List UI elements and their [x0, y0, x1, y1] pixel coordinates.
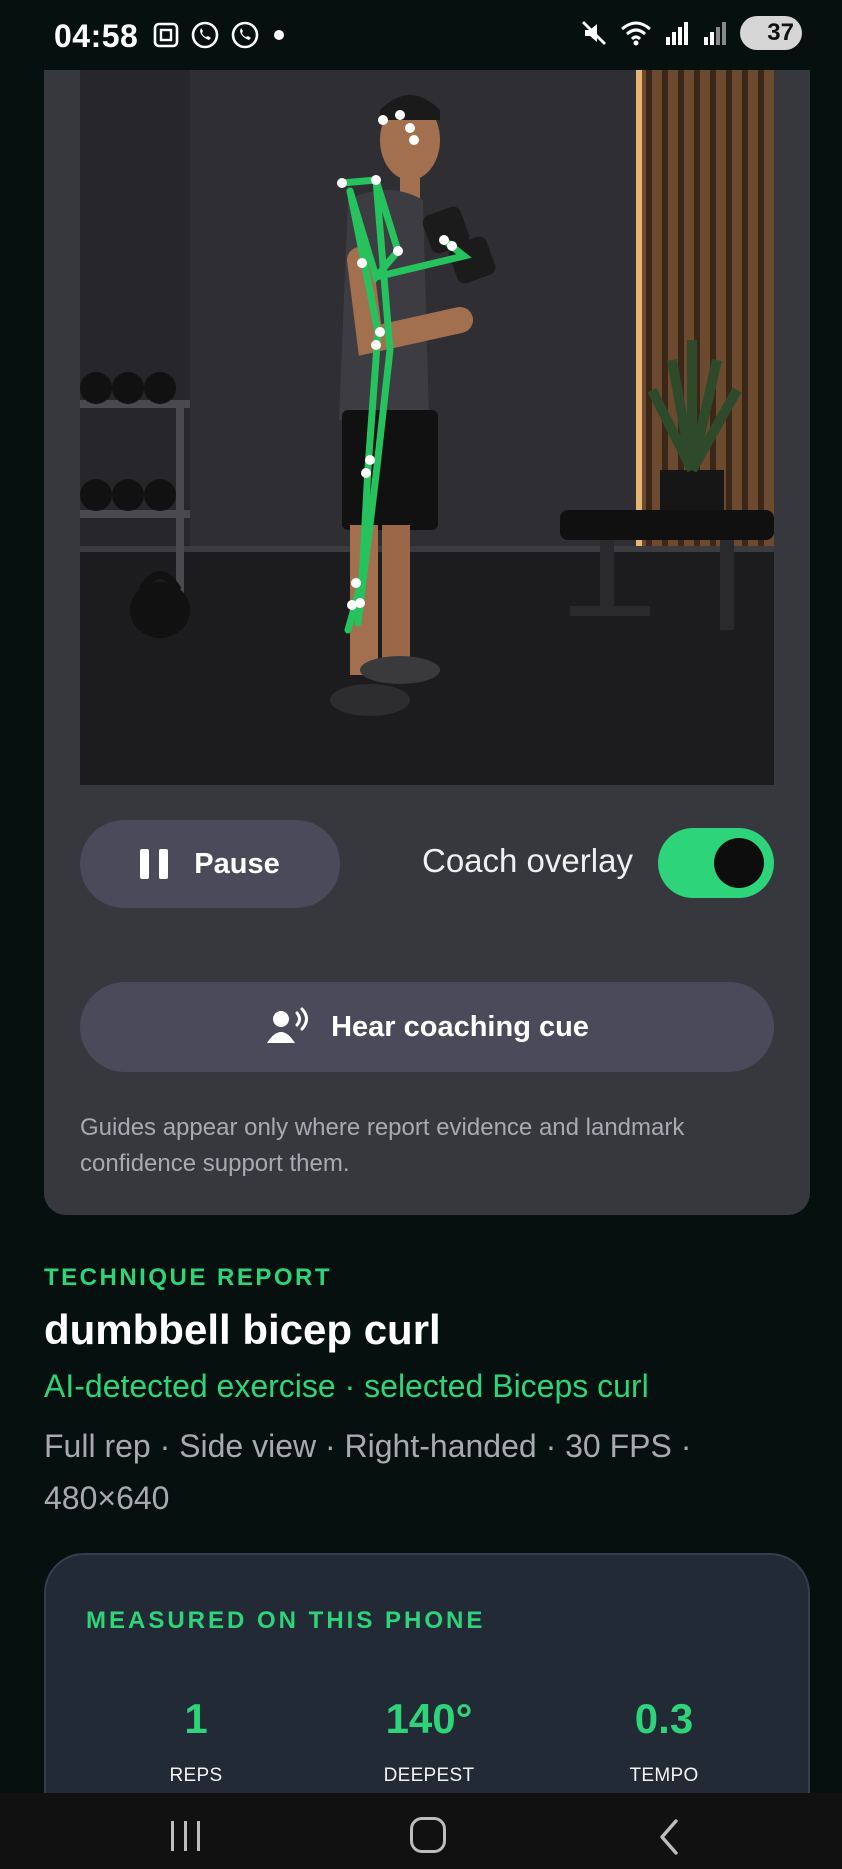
hear-coaching-cue-label: Hear coaching cue: [331, 1010, 589, 1043]
system-icons: 37: [580, 16, 802, 50]
stat-label: REPS: [169, 1765, 223, 1786]
battery-level: 37: [767, 19, 794, 46]
pause-icon: [140, 849, 169, 879]
notification-icons: [152, 20, 288, 50]
stat-value: 140°: [385, 1695, 473, 1742]
whatsapp-icon: [231, 21, 259, 49]
stat-value: 1: [184, 1695, 208, 1742]
stat-label: TEMPO: [629, 1765, 699, 1786]
pause-button[interactable]: Pause: [80, 820, 340, 908]
wifi-icon: [621, 21, 651, 46]
exercise-title: dumbbell bicep curl: [44, 1306, 441, 1353]
video-card: Pause Coach overlay Hear coaching cue Gu…: [44, 70, 810, 1215]
dot-icon: [274, 30, 284, 40]
measurements-heading: MEASURED ON THIS PHONE: [86, 1607, 486, 1634]
detection-info: AI-detected exercise · selected Biceps c…: [44, 1368, 649, 1404]
stat-value: 0.3: [634, 1695, 694, 1742]
stat-tempo: 0.3 TEMPO: [564, 1695, 764, 1787]
pause-label: Pause: [194, 847, 280, 880]
stat-reps: 1 REPS: [96, 1695, 296, 1787]
stat-deepest: 140° DEEPEST: [329, 1695, 529, 1787]
coach-overlay-toggle[interactable]: [658, 828, 774, 898]
system-nav-bar: [0, 1793, 842, 1869]
measurements-card: MEASURED ON THIS PHONE 1 REPS 140° DEEPE…: [44, 1553, 810, 1793]
coach-overlay-label: Coach overlay: [422, 842, 633, 879]
battery-icon: 37: [740, 16, 802, 50]
signal-icon: [666, 22, 688, 45]
guide-note: Guides appear only where report evidence…: [80, 1114, 685, 1177]
home-icon[interactable]: [410, 1817, 446, 1853]
hear-coaching-cue-button[interactable]: Hear coaching cue: [80, 982, 774, 1072]
video-frame-image: [80, 70, 774, 785]
status-time: 04:58: [54, 18, 139, 54]
stat-label: DEEPEST: [383, 1765, 475, 1786]
app-screen: 04:58 37 Pause Coach overlay Hear coachi…: [0, 0, 842, 1869]
signal-icon: [704, 22, 726, 45]
back-icon[interactable]: [656, 1817, 682, 1857]
technique-report-heading: TECHNIQUE REPORT: [44, 1264, 333, 1291]
whatsapp-icon: [191, 21, 219, 49]
status-bar: 04:58 37: [0, 0, 842, 70]
exercise-video[interactable]: [80, 70, 774, 785]
toggle-knob: [714, 838, 764, 888]
capture-metadata: Full rep · Side view · Right-handed · 30…: [44, 1428, 692, 1516]
recent-apps-icon[interactable]: [171, 1821, 200, 1851]
voice-speaker-icon: [267, 1007, 309, 1043]
mute-icon: [582, 21, 606, 45]
screenshot-icon: [153, 22, 179, 48]
